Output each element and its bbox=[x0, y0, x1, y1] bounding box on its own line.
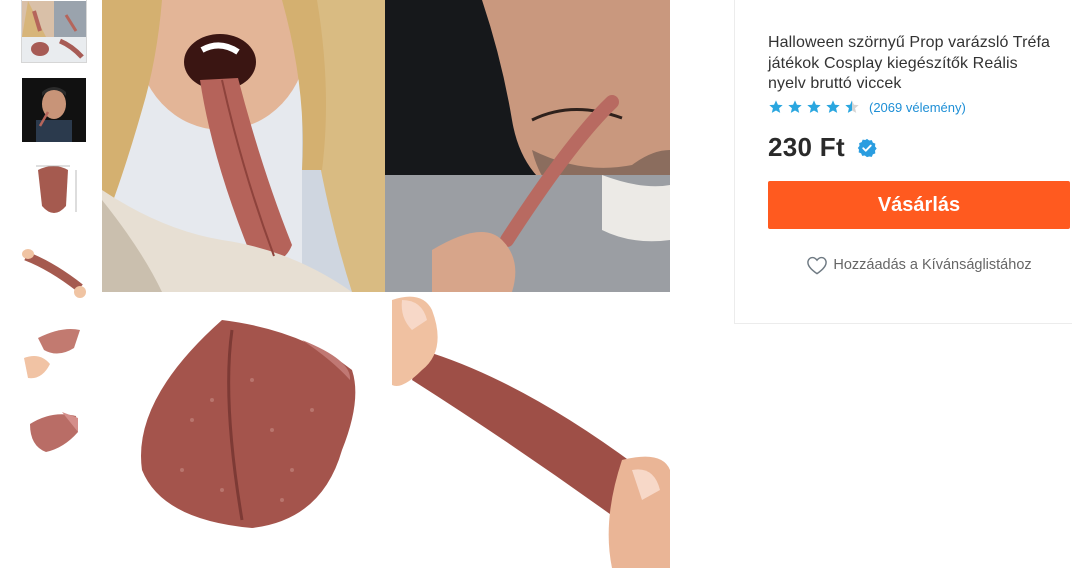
heart-icon bbox=[807, 256, 828, 275]
verified-check-icon bbox=[857, 138, 877, 157]
half-star-icon bbox=[845, 100, 859, 113]
thumbnail-woman-tongue[interactable] bbox=[21, 0, 87, 63]
add-to-wishlist-link[interactable]: Hozzáadás a Kívánságlistához bbox=[768, 255, 1070, 275]
wishlist-label: Hozzáadás a Kívánságlistához bbox=[833, 257, 1032, 273]
thumbnail-tongue-measure[interactable] bbox=[22, 158, 86, 222]
product-price: 230 Ft bbox=[768, 132, 845, 162]
star-icon bbox=[807, 100, 821, 113]
main-product-image[interactable] bbox=[102, 0, 670, 568]
star-icon bbox=[788, 100, 802, 113]
product-title: Halloween szörnyű Prop varázsló Tréfa já… bbox=[768, 34, 1051, 92]
product-rating[interactable]: (2069 vélemény) bbox=[768, 99, 966, 115]
reviews-link[interactable]: (2069 vélemény) bbox=[869, 100, 966, 115]
star-icon bbox=[769, 100, 783, 113]
price-row: 230 Ft bbox=[768, 132, 877, 163]
star-icon bbox=[826, 100, 840, 113]
thumbnail-tongue-stretch[interactable] bbox=[22, 238, 86, 302]
thumbnail-man-tongue[interactable] bbox=[22, 78, 86, 142]
thumbnail-tongue-prop[interactable] bbox=[22, 398, 86, 462]
product-info-card: Halloween szörnyű Prop varázsló Tréfa já… bbox=[734, 0, 1072, 324]
buy-button[interactable]: Vásárlás bbox=[768, 181, 1070, 229]
rating-stars bbox=[768, 99, 860, 115]
thumbnail-tongue-hand[interactable] bbox=[22, 318, 86, 382]
